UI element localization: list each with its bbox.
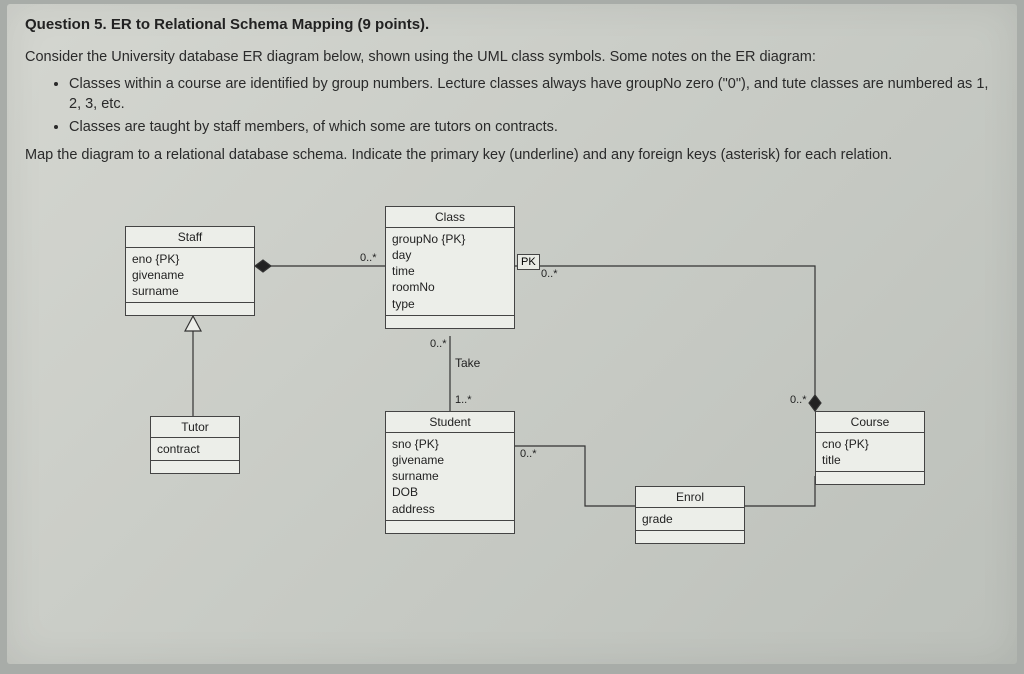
bullet-item: Classes are taught by staff members, of … bbox=[69, 117, 999, 137]
entity-tutor: Tutor contract bbox=[150, 416, 240, 474]
attr: day bbox=[392, 247, 508, 263]
entity-title: Class bbox=[386, 207, 514, 228]
attr: time bbox=[392, 263, 508, 279]
entity-class: Class groupNo {PK} day time roomNo type bbox=[385, 206, 515, 329]
bullet-list: Classes within a course are identified b… bbox=[69, 74, 999, 137]
multiplicity-label: 0..* bbox=[541, 268, 558, 280]
multiplicity-label: 0..* bbox=[790, 394, 807, 406]
attr: roomNo bbox=[392, 279, 508, 295]
entity-student: Student sno {PK} givename surname DOB ad… bbox=[385, 411, 515, 534]
entity-title: Course bbox=[816, 412, 924, 433]
er-diagram: Staff eno {PK} givename surname Tutor co… bbox=[25, 176, 985, 596]
attr: sno {PK} bbox=[392, 436, 508, 452]
multiplicity-label: 0..* bbox=[360, 252, 377, 264]
attr: surname bbox=[392, 468, 508, 484]
entity-title: Staff bbox=[126, 227, 254, 248]
entity-title: Enrol bbox=[636, 487, 744, 508]
task-text: Map the diagram to a relational database… bbox=[25, 145, 999, 166]
entity-title: Student bbox=[386, 412, 514, 433]
multiplicity-label: 1..* bbox=[455, 394, 472, 406]
question-title: Question 5. ER to Relational Schema Mapp… bbox=[25, 16, 999, 33]
pk-badge: PK bbox=[517, 254, 540, 270]
entity-enrol: Enrol grade bbox=[635, 486, 745, 544]
attr: surname bbox=[132, 283, 248, 299]
attr: cno {PK} bbox=[822, 436, 918, 452]
attr: givename bbox=[132, 267, 248, 283]
entity-title: Tutor bbox=[151, 417, 239, 438]
intro-text: Consider the University database ER diag… bbox=[25, 47, 999, 68]
attr: grade bbox=[642, 511, 738, 527]
attr: givename bbox=[392, 452, 508, 468]
bullet-item: Classes within a course are identified b… bbox=[69, 74, 999, 115]
entity-staff: Staff eno {PK} givename surname bbox=[125, 226, 255, 317]
attr: eno {PK} bbox=[132, 251, 248, 267]
multiplicity-label: 0..* bbox=[520, 448, 537, 460]
page: Question 5. ER to Relational Schema Mapp… bbox=[7, 4, 1017, 664]
relationship-take: Take bbox=[455, 356, 480, 370]
attr: contract bbox=[157, 441, 233, 457]
attr: address bbox=[392, 501, 508, 517]
entity-course: Course cno {PK} title bbox=[815, 411, 925, 485]
multiplicity-label: 0..* bbox=[430, 338, 447, 350]
attr: title bbox=[822, 452, 918, 468]
attr: groupNo {PK} bbox=[392, 231, 508, 247]
attr: type bbox=[392, 296, 508, 312]
attr: DOB bbox=[392, 484, 508, 500]
